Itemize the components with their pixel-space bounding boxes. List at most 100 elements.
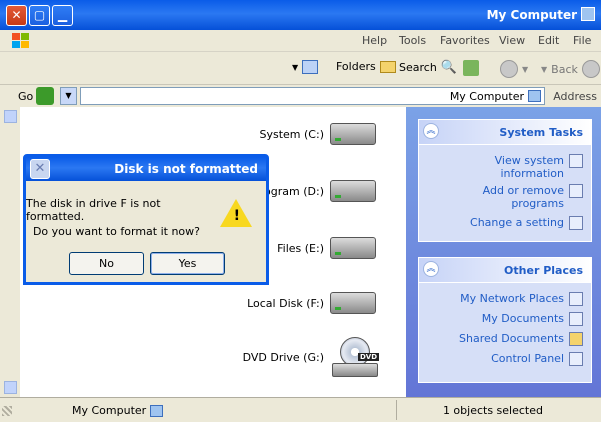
forward-arrow-icon <box>500 60 518 78</box>
dvd-badge: DVD <box>358 353 380 361</box>
menu-view[interactable]: View <box>499 34 525 47</box>
my-computer-icon <box>581 7 595 21</box>
drive-label: System (C:) <box>259 127 325 141</box>
dvd-drive-icon: DVD <box>330 337 380 377</box>
task-label: Add or remove programs <box>482 184 564 210</box>
menu-favorites[interactable]: Favorites <box>440 34 490 47</box>
go-button[interactable] <box>36 87 54 105</box>
warning-exclamation: ! <box>233 208 240 224</box>
chevron-down-icon: ▼ <box>541 64 548 74</box>
back-arrow-icon <box>581 60 600 78</box>
place-label: Control Panel <box>491 352 564 365</box>
windows-logo-icon <box>12 33 29 48</box>
menu-bar: Help Tools Favorites View Edit File <box>0 30 601 52</box>
dialog-close-button[interactable]: ✕ <box>30 159 50 179</box>
folders-label: Folders <box>336 60 376 73</box>
toolbar: ▼ Folders Search 🔍 ▼ ▼ Back <box>0 52 601 85</box>
place-my-network-places[interactable]: My Network Places <box>460 292 583 306</box>
scroll-up-arrow[interactable] <box>4 110 17 123</box>
up-folder-button[interactable] <box>463 60 479 76</box>
back-button[interactable]: ▼ Back <box>541 60 600 78</box>
other-places-panel: ︽ Other Places My Network Places My Docu… <box>418 257 592 383</box>
task-label: Change a setting <box>470 216 564 229</box>
search-button[interactable]: Search 🔍 <box>399 60 457 75</box>
go-label[interactable]: Go <box>18 90 33 103</box>
yes-button[interactable]: Yes <box>150 252 225 275</box>
my-documents-icon <box>569 312 583 326</box>
other-places-title: Other Places <box>504 264 583 277</box>
window-title: My Computer <box>486 8 577 22</box>
menu-help[interactable]: Help <box>362 34 387 47</box>
hard-disk-icon <box>330 180 376 202</box>
address-label: Address <box>553 90 597 103</box>
dialog-title: Disk is not formatted <box>114 162 258 176</box>
address-value: My Computer <box>449 90 524 103</box>
system-tasks-title: System Tasks <box>499 126 583 139</box>
place-label: Shared Documents <box>459 332 564 345</box>
system-tasks-panel: ︽ System Tasks View system information A… <box>418 119 592 242</box>
system-tasks-header[interactable]: ︽ System Tasks <box>419 120 591 145</box>
drive-item-f[interactable]: Local Disk (F:) <box>247 292 376 314</box>
collapse-icon[interactable]: ︽ <box>423 261 439 277</box>
title-bar[interactable]: ✕ ▢ ▁ My Computer <box>0 0 601 30</box>
minimize-window-button[interactable]: ▁ <box>52 5 73 26</box>
scroll-down-arrow[interactable] <box>4 381 17 394</box>
my-computer-icon <box>150 404 164 417</box>
add-remove-programs-icon <box>569 184 583 198</box>
task-label: View system information <box>494 154 564 180</box>
folder-icon <box>379 60 396 73</box>
place-label: My Network Places <box>460 292 564 305</box>
collapse-icon[interactable]: ︽ <box>423 123 439 139</box>
search-icon: 🔍 <box>440 60 457 75</box>
hard-disk-icon <box>330 292 376 314</box>
status-divider <box>396 400 397 420</box>
control-panel-icon <box>569 352 583 366</box>
maximize-window-button[interactable]: ▢ <box>29 5 50 26</box>
folders-button[interactable]: Folders <box>336 60 396 73</box>
menu-file[interactable]: File <box>573 34 591 47</box>
address-input[interactable]: My Computer <box>80 87 545 105</box>
place-control-panel[interactable]: Control Panel <box>491 352 583 366</box>
status-location-label: My Computer <box>72 404 147 417</box>
views-button[interactable]: ▼ <box>292 60 319 74</box>
back-label: Back <box>551 62 578 76</box>
no-button[interactable]: No <box>69 252 144 275</box>
shared-folder-icon <box>569 332 583 346</box>
drive-item-c[interactable]: System (C:) <box>259 123 376 145</box>
my-computer-icon <box>528 90 541 102</box>
dialog-question: Do you want to format it now? <box>32 225 200 238</box>
task-change-setting[interactable]: Change a setting <box>470 216 583 230</box>
dialog-message: The disk in drive F is not formatted. <box>26 197 161 223</box>
close-window-button[interactable]: ✕ <box>6 5 27 26</box>
left-scrollbar[interactable] <box>0 107 20 397</box>
resize-grip[interactable] <box>2 406 12 416</box>
control-panel-icon <box>569 216 583 230</box>
forward-button[interactable]: ▼ <box>500 60 528 78</box>
drive-item-d[interactable]: Program (D:) <box>253 180 376 202</box>
chevron-down-icon: ▼ <box>522 64 529 74</box>
other-places-header[interactable]: ︽ Other Places <box>419 258 591 283</box>
drive-item-e[interactable]: Files (E:) <box>277 237 376 259</box>
up-folder-icon <box>463 60 479 76</box>
task-add-remove-programs[interactable]: Add or remove programs <box>463 184 583 210</box>
my-computer-window: ✕ ▢ ▁ My Computer Help Tools Favorites V… <box>0 0 601 422</box>
system-info-icon <box>569 154 583 168</box>
drive-label: DVD Drive (G:) <box>242 350 324 364</box>
status-objects: 1 objects selected <box>442 404 543 417</box>
place-shared-documents[interactable]: Shared Documents <box>459 332 583 346</box>
status-location: My Computer <box>72 404 164 417</box>
place-my-documents[interactable]: My Documents <box>482 312 583 326</box>
status-bar: My Computer 1 objects selected <box>0 397 601 422</box>
drive-item-g[interactable]: DVD Drive (G:) DVD <box>242 337 380 377</box>
menu-edit[interactable]: Edit <box>538 34 559 47</box>
hard-disk-icon <box>330 237 376 259</box>
views-icon <box>302 60 319 74</box>
task-view-system-information[interactable]: View system information <box>463 154 583 180</box>
place-label: My Documents <box>481 312 564 325</box>
address-bar: Go ▼ My Computer Address <box>0 85 601 107</box>
address-dropdown-button[interactable]: ▼ <box>60 87 77 105</box>
menu-tools[interactable]: Tools <box>399 34 426 47</box>
dialog-title-bar[interactable]: ✕ Disk is not formatted <box>26 157 266 181</box>
task-pane: ︽ System Tasks View system information A… <box>406 107 601 397</box>
search-label: Search <box>399 61 437 74</box>
